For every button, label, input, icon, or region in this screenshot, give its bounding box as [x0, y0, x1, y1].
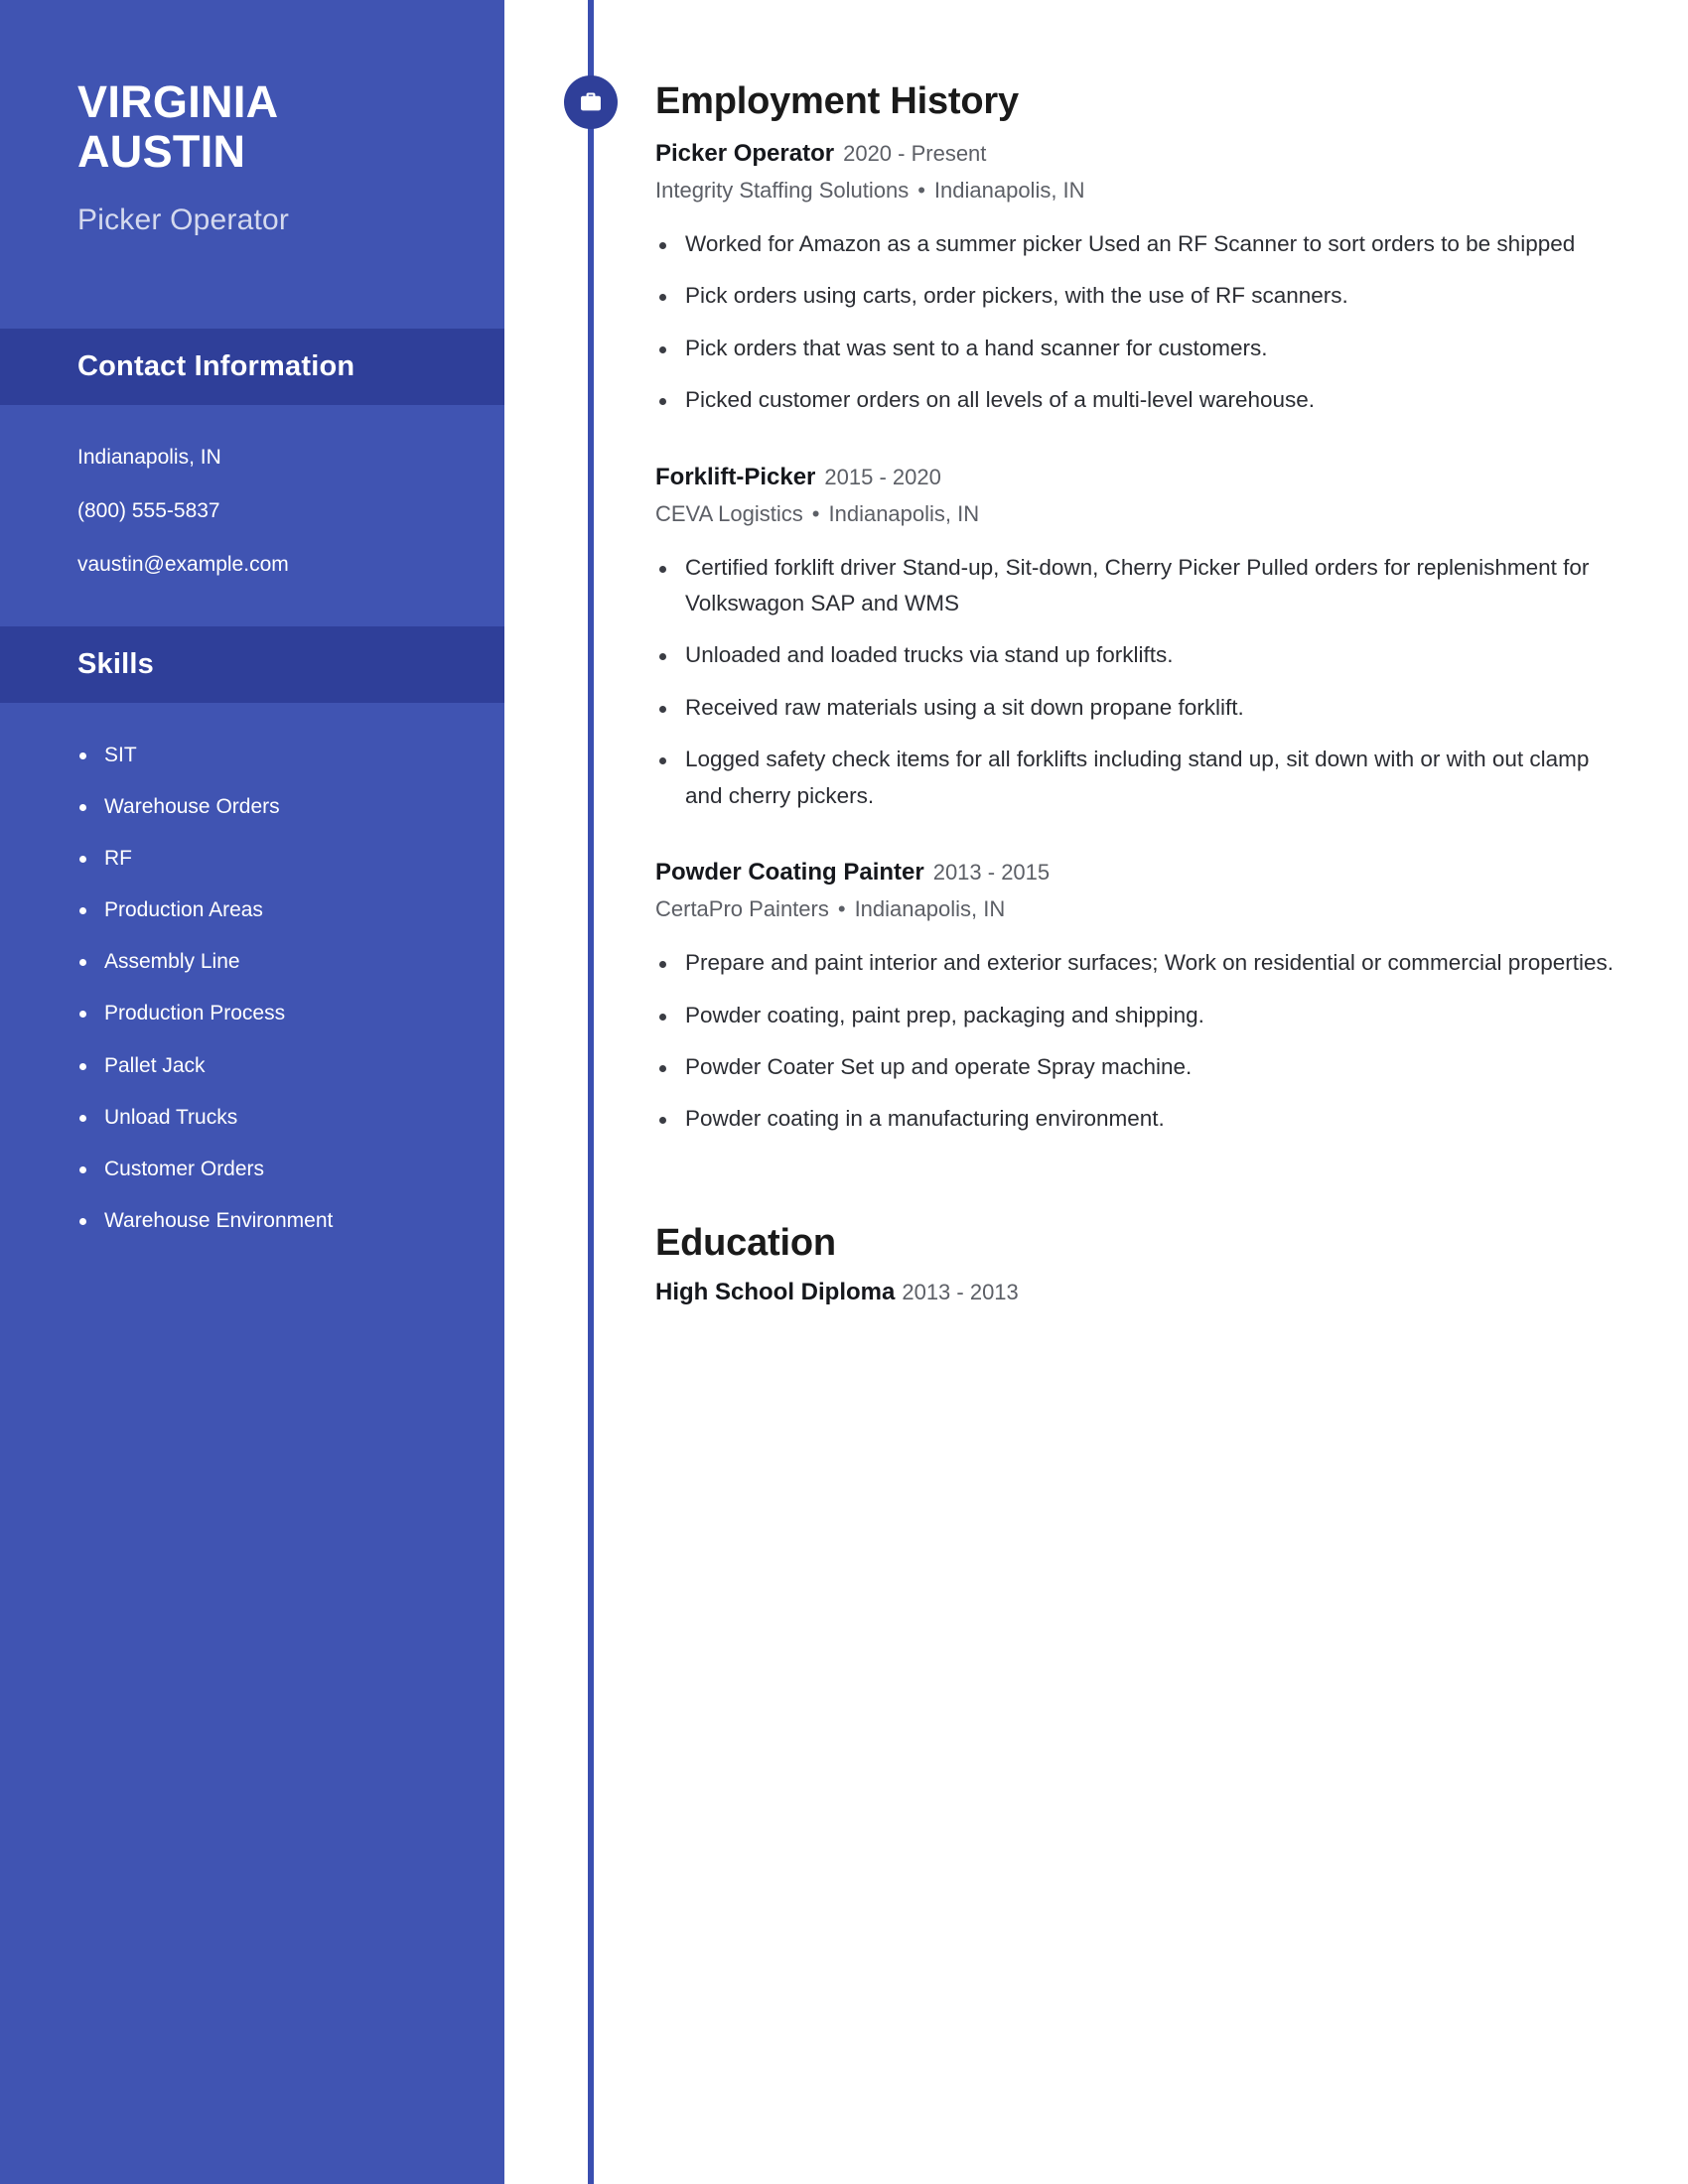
skill-item: Customer Orders: [79, 1157, 504, 1181]
job-location: Indianapolis, IN: [854, 896, 1006, 922]
skill-item: Warehouse Orders: [79, 794, 504, 819]
skills-heading: Skills: [77, 647, 154, 680]
job-location: Indianapolis, IN: [933, 177, 1085, 203]
job-company: CEVA Logistics: [655, 500, 803, 526]
job-bullet: Pick orders that was sent to a hand scan…: [655, 331, 1618, 366]
job-bullet: Powder coating in a manufacturing enviro…: [655, 1101, 1618, 1137]
contact-location: Indianapolis, IN: [77, 445, 221, 469]
job-entry: Picker Operator 2020 - Present Integrity …: [655, 139, 1618, 419]
bullet-separator-icon: •: [837, 896, 846, 922]
contact-email[interactable]: vaustin@example.com: [77, 552, 504, 578]
job-dates: 2013 - 2015: [932, 860, 1051, 886]
job-bullet: Unloaded and loaded trucks via stand up …: [655, 637, 1618, 673]
bullet-separator-icon: •: [917, 177, 925, 203]
education-section: Education High School Diploma 2013 - 2013: [504, 1138, 1688, 1306]
job-dates: 2020 - Present: [843, 140, 987, 166]
job-title: Powder Coating Painter: [655, 859, 924, 887]
main-content: Employment History Picker Operator 2020 -…: [504, 0, 1688, 2184]
job-location: Indianapolis, IN: [828, 500, 980, 526]
job-bullet: Logged safety check items for all forkli…: [655, 742, 1618, 814]
job-bullet: Prepare and paint interior and exterior …: [655, 945, 1618, 981]
job-bullet: Powder Coater Set up and operate Spray m…: [655, 1049, 1618, 1085]
job-bullet-list: Worked for Amazon as a summer picker Use…: [655, 226, 1618, 419]
education-entry: High School Diploma 2013 - 2013: [655, 1279, 1618, 1306]
job-title-line: Picker Operator 2020 - Present: [655, 139, 1618, 169]
job-company: CertaPro Painters: [655, 896, 829, 922]
job-entry: Forklift-Picker 2015 - 2020 CEVA Logistic…: [655, 463, 1618, 815]
contact-phone[interactable]: (800) 555-5837: [77, 498, 504, 524]
education-heading: Education: [655, 1221, 836, 1264]
job-title: Picker Operator: [655, 139, 835, 167]
job-meta-line: CEVA Logistics • Indianapolis, IN: [655, 501, 1618, 527]
job-title: Forklift-Picker: [655, 463, 816, 490]
job-bullet: Certified forklift driver Stand-up, Sit-…: [655, 550, 1618, 622]
education-body: Education High School Diploma 2013 - 2013: [504, 1221, 1688, 1306]
skill-item: Production Areas: [79, 897, 504, 922]
skill-item: Production Process: [79, 1001, 504, 1025]
sidebar: VIRGINIA AUSTIN Picker Operator Contact …: [0, 0, 504, 2184]
job-company: Integrity Staffing Solutions: [655, 177, 910, 203]
job-bullet-list: Prepare and paint interior and exterior …: [655, 945, 1618, 1138]
job-bullet: Picked customer orders on all levels of …: [655, 382, 1618, 418]
skill-item: Assembly Line: [79, 949, 504, 974]
content-stack: Employment History Picker Operator 2020 -…: [504, 0, 1688, 1306]
education-line: High School Diploma 2013 - 2013: [655, 1279, 1618, 1306]
skills-list: SIT Warehouse Orders RF Production Areas…: [0, 703, 504, 1234]
candidate-name: VIRGINIA AUSTIN: [77, 76, 279, 178]
job-title-line: Powder Coating Painter 2013 - 2015: [655, 858, 1618, 887]
job-bullet-list: Certified forklift driver Stand-up, Sit-…: [655, 550, 1618, 815]
skill-item: Unload Trucks: [79, 1105, 504, 1130]
employment-history-section: Employment History Picker Operator 2020 -…: [504, 0, 1688, 1138]
education-dates: 2013 - 2013: [902, 1279, 1019, 1304]
briefcase-icon: [564, 75, 618, 129]
employment-body: Employment History Picker Operator 2020 -…: [504, 80, 1688, 1138]
contact-heading: Contact Information: [77, 349, 355, 382]
employment-heading: Employment History: [655, 80, 1019, 122]
resume-page: VIRGINIA AUSTIN Picker Operator Contact …: [0, 0, 1688, 2184]
job-bullet: Powder coating, paint prep, packaging an…: [655, 998, 1618, 1033]
job-title-line: Forklift-Picker 2015 - 2020: [655, 463, 1618, 492]
bullet-separator-icon: •: [811, 500, 820, 526]
contact-section-header: Contact Information: [0, 328, 504, 405]
job-bullet: Pick orders using carts, order pickers, …: [655, 278, 1618, 314]
job-bullet: Worked for Amazon as a summer picker Use…: [655, 226, 1618, 262]
candidate-job-title: Picker Operator: [77, 203, 290, 236]
name-block: VIRGINIA AUSTIN Picker Operator: [0, 0, 504, 237]
job-entry: Powder Coating Painter 2013 - 2015 CertaP…: [655, 858, 1618, 1138]
job-dates: 2015 - 2020: [824, 464, 941, 489]
skill-item: RF: [79, 846, 504, 871]
job-meta-line: CertaPro Painters • Indianapolis, IN: [655, 896, 1618, 922]
education-degree: High School Diploma: [655, 1278, 896, 1305]
skills-section-header: Skills: [0, 625, 504, 703]
skill-item: Warehouse Environment: [79, 1208, 504, 1233]
skill-item: SIT: [79, 743, 504, 767]
contact-list: Indianapolis, IN (800) 555-5837 vaustin@…: [0, 405, 504, 626]
skill-item: Pallet Jack: [79, 1053, 504, 1078]
job-bullet: Received raw materials using a sit down …: [655, 690, 1618, 726]
job-meta-line: Integrity Staffing Solutions • Indianapoli…: [655, 178, 1618, 204]
